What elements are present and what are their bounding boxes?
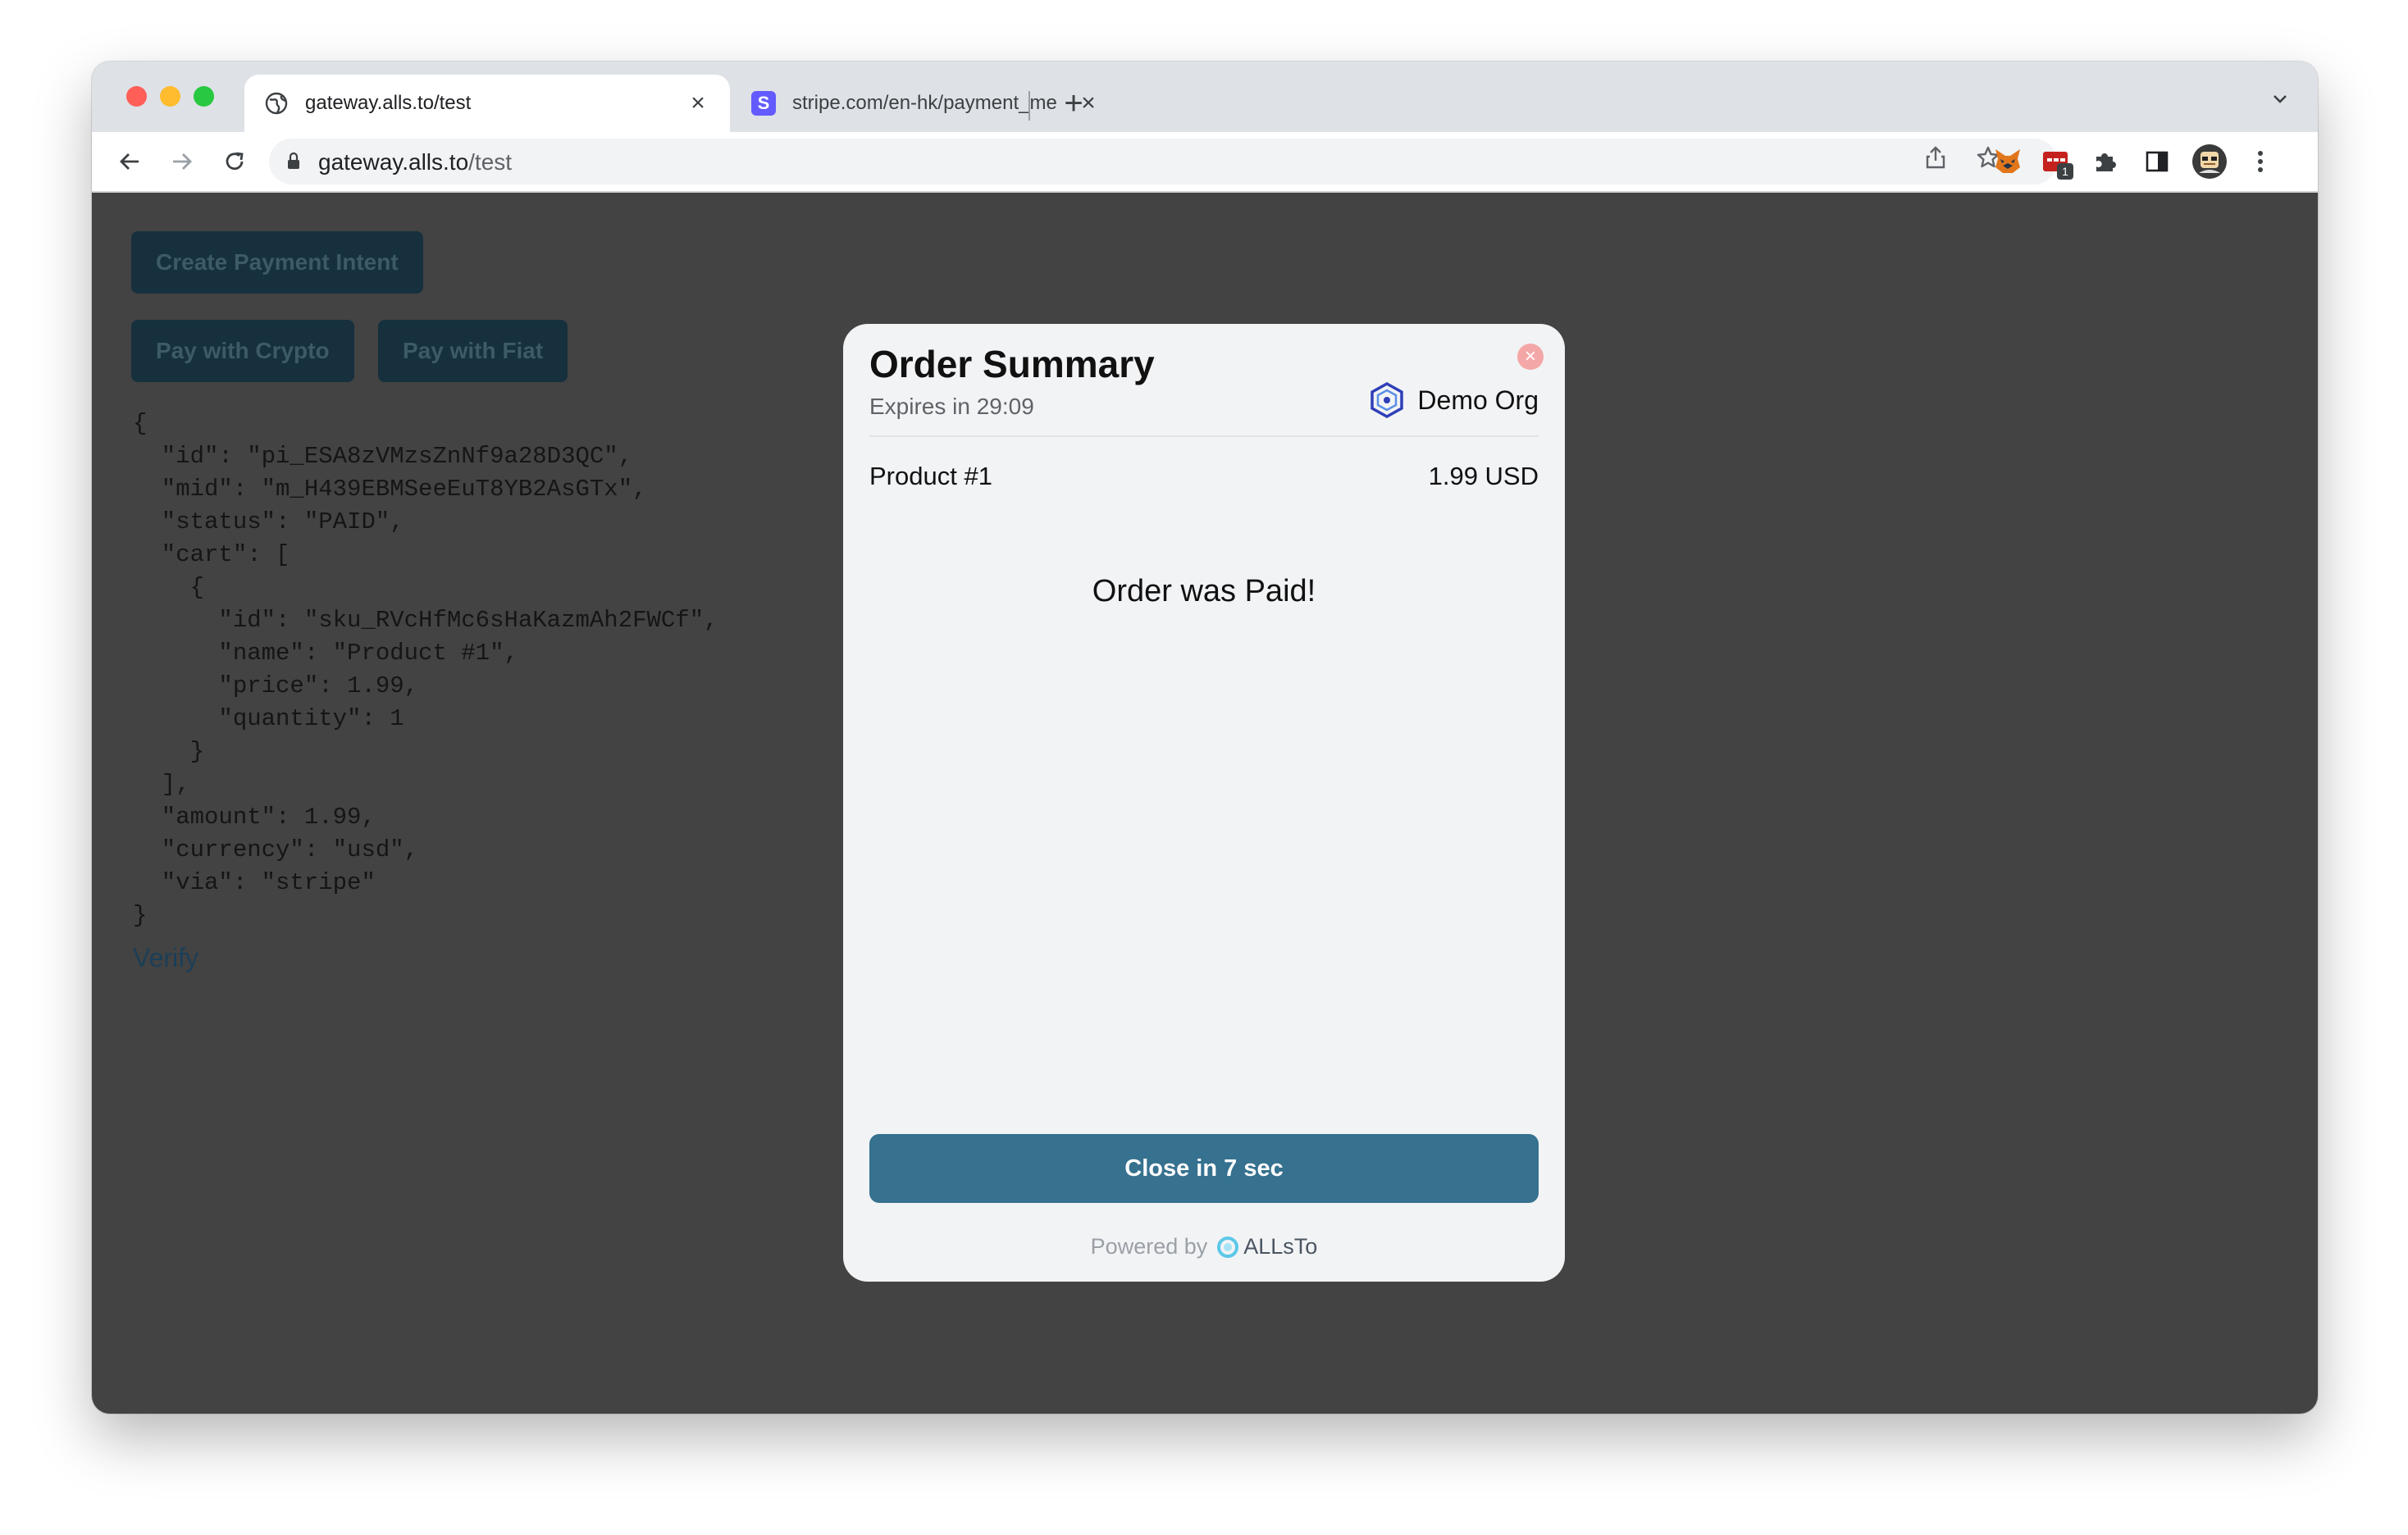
close-countdown-button[interactable]: Close in 7 sec	[869, 1134, 1539, 1203]
extension-badge: 1	[2057, 163, 2073, 180]
extension-calendar-icon[interactable]: 1	[2034, 140, 2077, 183]
stripe-icon: S	[751, 91, 776, 116]
powered-by-footer: Powered by ALLsTo	[843, 1234, 1565, 1259]
cart-item-name: Product #1	[869, 462, 992, 490]
order-summary-modal: Order Summary Expires in 29:09 × Demo Or…	[843, 324, 1565, 1282]
create-payment-intent-button[interactable]: Create Payment Intent	[131, 231, 423, 294]
json-line: {	[133, 574, 205, 601]
json-line: "price": 1.99,	[133, 672, 419, 699]
forward-arrow-icon[interactable]	[161, 140, 203, 183]
json-line: "status": "PAID",	[133, 508, 404, 535]
more-vertical-icon[interactable]	[2239, 140, 2282, 183]
back-arrow-icon[interactable]	[108, 140, 151, 183]
merchant-org: Demo Org	[1368, 381, 1539, 419]
cart-item-price: 1.99 USD	[1428, 462, 1539, 490]
org-name: Demo Org	[1417, 385, 1539, 415]
payment-status-message: Order was Paid!	[1092, 574, 1316, 608]
json-line: "cart": [	[133, 541, 290, 568]
modal-close-icon[interactable]: ×	[1517, 344, 1544, 370]
org-hexagon-logo-icon	[1368, 381, 1406, 419]
side-panel-icon[interactable]	[2136, 140, 2178, 183]
brand-name: ALLsTo	[1243, 1234, 1318, 1259]
payment-intent-json: { "id": "pi_ESA8zVMzsZnNf9a28D3QC", "mid…	[133, 408, 718, 932]
browser-toolbar: gateway.alls.to/test 1	[92, 132, 2318, 193]
browser-window: gateway.alls.to/test × S stripe.com/en-h…	[92, 61, 2318, 1414]
reload-icon[interactable]	[213, 140, 256, 183]
metamask-fox-icon[interactable]	[1986, 140, 2029, 183]
json-line: "id": "sku_RVcHfMc6sHaKazmAh2FWCf",	[133, 607, 718, 634]
json-line: "quantity": 1	[133, 705, 404, 732]
url-text: gateway.alls.to/test	[318, 149, 513, 175]
extensions-puzzle-icon[interactable]	[2083, 140, 2126, 183]
tab-title: stripe.com/en-hk/payment_me	[792, 92, 1057, 114]
json-line: "name": "Product #1",	[133, 640, 518, 667]
new-tab-button[interactable]: +	[1053, 84, 1094, 125]
tab-separator	[1028, 91, 1030, 121]
share-icon[interactable]	[1919, 145, 1952, 178]
window-zoom-button[interactable]	[194, 86, 214, 107]
modal-divider	[869, 435, 1539, 437]
json-line: "via": "stripe"	[133, 869, 376, 896]
tab-search-chevron-icon[interactable]	[2264, 84, 2296, 117]
page-content: Create Payment Intent Pay with Crypto Pa…	[92, 193, 2318, 1414]
profile-avatar[interactable]	[2188, 140, 2231, 183]
globe-icon	[264, 91, 289, 116]
json-line: "currency": "usd",	[133, 836, 419, 863]
json-line: }	[133, 902, 148, 929]
json-line: "amount": 1.99,	[133, 804, 376, 831]
pay-with-fiat-button[interactable]: Pay with Fiat	[378, 320, 568, 382]
tab-strip: gateway.alls.to/test × S stripe.com/en-h…	[92, 61, 2318, 132]
lock-icon	[287, 152, 300, 170]
pay-with-crypto-button[interactable]: Pay with Crypto	[131, 320, 354, 382]
address-bar[interactable]: gateway.alls.to/test	[269, 139, 2057, 184]
powered-by-text: Powered by	[1090, 1234, 1208, 1259]
json-line: }	[133, 738, 205, 765]
expires-text: Expires in 29:09	[869, 394, 1034, 419]
verify-link[interactable]: Verify	[133, 943, 198, 973]
window-minimize-button[interactable]	[160, 86, 180, 107]
window-close-button[interactable]	[126, 86, 147, 107]
tab-close-icon[interactable]: ×	[686, 91, 710, 116]
tab-title: gateway.alls.to/test	[305, 92, 472, 114]
json-line: "id": "pi_ESA8zVMzsZnNf9a28D3QC",	[133, 443, 633, 470]
json-line: ],	[133, 771, 190, 798]
allsto-logo-icon	[1217, 1236, 1239, 1258]
json-line: "mid": "m_H439EBMSeeEuT8YB2AsGTx",	[133, 476, 647, 503]
tab-gateway[interactable]: gateway.alls.to/test ×	[244, 75, 730, 132]
modal-title: Order Summary	[869, 343, 1155, 385]
json-line: {	[133, 410, 148, 437]
